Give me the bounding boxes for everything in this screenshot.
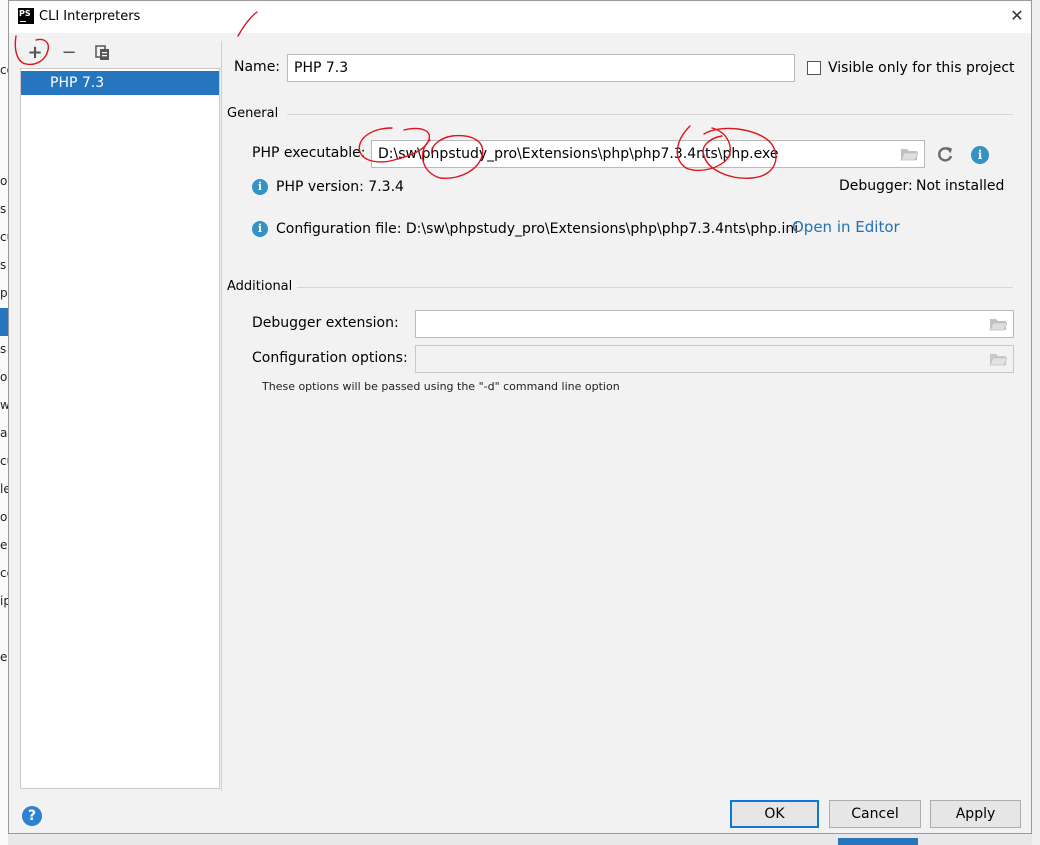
background-text-fragment: s bbox=[0, 202, 7, 216]
name-input-value: PHP 7.3 bbox=[294, 60, 349, 76]
minus-icon: − bbox=[61, 42, 77, 63]
configuration-options-hint: These options will be passed using the "… bbox=[262, 380, 620, 393]
copy-interpreter-button[interactable] bbox=[91, 41, 115, 65]
remove-interpreter-button[interactable]: − bbox=[57, 41, 81, 65]
apply-button[interactable]: Apply bbox=[930, 800, 1021, 828]
folder-icon[interactable] bbox=[989, 317, 1007, 331]
php-version-info-icon: i bbox=[252, 179, 268, 195]
dialog-title: CLI Interpreters bbox=[39, 9, 141, 24]
folder-icon[interactable] bbox=[989, 352, 1007, 366]
reload-icon[interactable] bbox=[936, 145, 954, 163]
close-button[interactable]: ✕ bbox=[1003, 3, 1031, 29]
copy-icon bbox=[95, 45, 109, 60]
name-label: Name: bbox=[234, 59, 281, 75]
list-item-php-7-3[interactable]: PHP 7.3 bbox=[21, 71, 219, 95]
title-bar[interactable]: PS CLI Interpreters ✕ bbox=[9, 1, 1031, 33]
interpreter-list[interactable]: PHP 7.3 bbox=[20, 68, 220, 789]
configuration-options-label: Configuration options: bbox=[252, 350, 408, 366]
background-text-fragment: s bbox=[0, 258, 7, 272]
plus-icon: + bbox=[27, 42, 43, 63]
background-text-fragment: o bbox=[0, 510, 8, 524]
background-text-fragment: p bbox=[0, 286, 8, 300]
configuration-options-input[interactable] bbox=[415, 345, 1014, 373]
phpstorm-app-icon: PS bbox=[18, 8, 34, 24]
add-interpreter-button[interactable]: + bbox=[23, 41, 47, 65]
visible-only-for-project-label[interactable]: Visible only for this project bbox=[828, 60, 1015, 76]
background-text-fragment: e bbox=[0, 538, 8, 552]
visible-only-for-project-checkbox[interactable] bbox=[807, 61, 821, 75]
general-section-label: General bbox=[227, 106, 279, 121]
cancel-button[interactable]: Cancel bbox=[829, 800, 921, 828]
background-text-fragment: a bbox=[0, 426, 8, 440]
background-selected-row bbox=[0, 308, 8, 336]
help-button[interactable]: ? bbox=[22, 806, 42, 826]
ok-button[interactable]: OK bbox=[730, 800, 819, 828]
configuration-file-text: Configuration file: D:\sw\phpstudy_pro\E… bbox=[276, 221, 799, 237]
php-executable-input[interactable]: D:\sw\phpstudy_pro\Extensions\php\php7.3… bbox=[371, 140, 925, 168]
additional-separator bbox=[297, 287, 1013, 288]
debugger-value: Not installed bbox=[916, 178, 1005, 194]
debugger-extension-label: Debugger extension: bbox=[252, 315, 399, 331]
interpreter-list-toolbar: + − bbox=[19, 41, 219, 67]
php-executable-value: D:\sw\phpstudy_pro\Extensions\php\php7.3… bbox=[378, 146, 779, 162]
close-icon: ✕ bbox=[1010, 6, 1024, 25]
open-in-editor-link[interactable]: Open in Editor bbox=[792, 218, 900, 236]
debugger-label: Debugger: bbox=[839, 178, 913, 194]
general-separator bbox=[287, 114, 1013, 115]
additional-section-label: Additional bbox=[227, 279, 293, 294]
app-icon-text: PS bbox=[19, 9, 31, 18]
php-executable-label: PHP executable: bbox=[252, 145, 366, 161]
list-item-label: PHP 7.3 bbox=[50, 75, 105, 91]
help-icon: ? bbox=[27, 808, 37, 824]
folder-icon[interactable] bbox=[900, 147, 918, 161]
name-input[interactable]: PHP 7.3 bbox=[287, 54, 795, 82]
config-file-info-icon: i bbox=[252, 221, 268, 237]
debugger-extension-input[interactable] bbox=[415, 310, 1014, 338]
php-version-text: PHP version: 7.3.4 bbox=[276, 179, 404, 195]
background-text-fragment: s bbox=[0, 342, 7, 356]
cli-interpreters-dialog: PS CLI Interpreters ✕ + − PHP 7.3 Name: … bbox=[8, 0, 1032, 834]
panel-splitter[interactable] bbox=[221, 41, 222, 791]
php-executable-info-icon[interactable]: i bbox=[971, 146, 989, 164]
background-text-fragment: e bbox=[0, 650, 8, 664]
background-window-button bbox=[838, 838, 918, 845]
